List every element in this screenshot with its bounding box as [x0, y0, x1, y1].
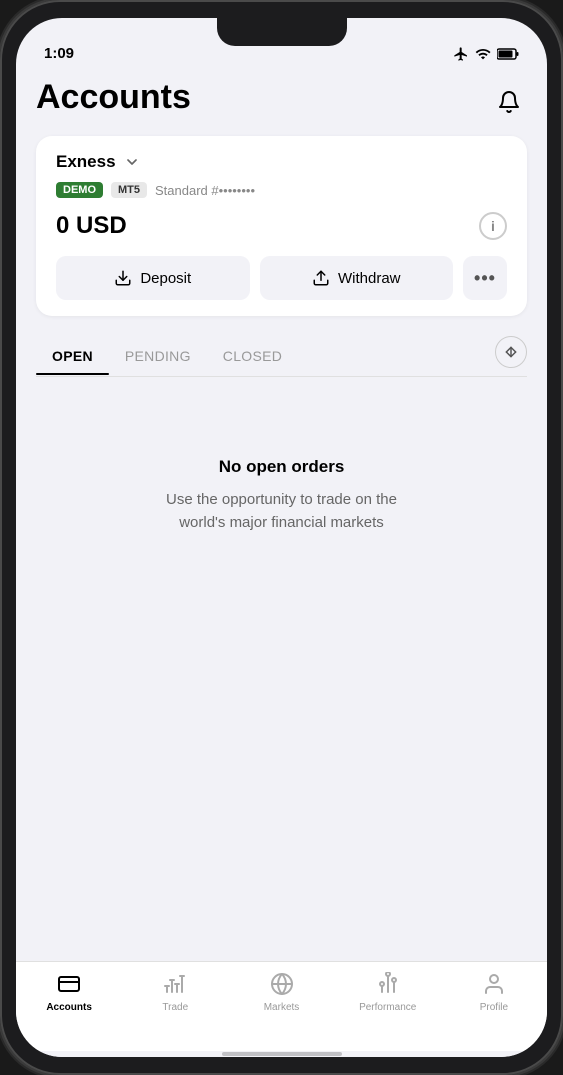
info-label: i [491, 218, 495, 234]
wifi-icon [475, 46, 491, 62]
info-button[interactable]: i [479, 212, 507, 240]
performance-nav-icon [374, 970, 402, 998]
nav-trade[interactable]: Trade [122, 970, 228, 1013]
profile-nav-icon [480, 970, 508, 998]
deposit-button[interactable]: Deposit [56, 256, 250, 300]
phone-screen: 1:09 Accounts [16, 18, 547, 1057]
airplane-icon [453, 46, 469, 62]
tabs-container: OPEN PENDING CLOSED [36, 336, 527, 377]
page-title: Accounts [36, 78, 191, 117]
account-badges: DEMO MT5 Standard #•••••••• [56, 182, 507, 198]
broker-name: Exness [56, 152, 116, 172]
account-card: Exness DEMO MT5 Standard #•••••••• 0 USD… [36, 136, 527, 316]
performance-nav-label: Performance [359, 1002, 416, 1013]
account-header[interactable]: Exness [56, 152, 507, 172]
tab-pending-label: PENDING [125, 348, 191, 364]
tab-open[interactable]: OPEN [36, 338, 109, 374]
nav-markets[interactable]: Markets [228, 970, 334, 1013]
accounts-nav-icon [55, 970, 83, 998]
tab-closed-label: CLOSED [223, 348, 282, 364]
trade-nav-icon [161, 970, 189, 998]
accounts-nav-label: Accounts [46, 1002, 92, 1013]
more-button[interactable]: ••• [463, 256, 507, 300]
withdraw-label: Withdraw [338, 270, 401, 287]
bell-icon [497, 90, 521, 114]
notch [217, 18, 347, 46]
status-time: 1:09 [44, 45, 74, 62]
sort-arrows-icon [503, 344, 519, 360]
empty-state: No open orders Use the opportunity to tr… [36, 397, 527, 574]
tab-open-label: OPEN [52, 348, 93, 364]
notification-button[interactable] [491, 84, 527, 120]
markets-nav-icon [268, 970, 296, 998]
deposit-icon [114, 269, 132, 287]
main-content: Accounts Exness DEMO [16, 68, 547, 961]
status-icons [453, 46, 519, 62]
home-bar [222, 1052, 342, 1056]
order-tabs: OPEN PENDING CLOSED [36, 338, 298, 374]
nav-profile[interactable]: Profile [441, 970, 547, 1013]
nav-performance[interactable]: Performance [335, 970, 441, 1013]
mt5-badge: MT5 [111, 182, 147, 198]
demo-badge: DEMO [56, 182, 103, 198]
account-type: Standard #•••••••• [155, 183, 255, 198]
nav-accounts[interactable]: Accounts [16, 970, 122, 1013]
home-indicator [16, 1051, 547, 1057]
bottom-nav: Accounts Trade [16, 961, 547, 1051]
profile-nav-label: Profile [480, 1002, 508, 1013]
balance-row: 0 USD i [56, 212, 507, 240]
balance-amount: 0 USD [56, 212, 127, 240]
withdraw-icon [312, 269, 330, 287]
empty-description: Use the opportunity to trade on the worl… [152, 489, 412, 534]
deposit-label: Deposit [140, 270, 191, 287]
tab-closed[interactable]: CLOSED [207, 338, 298, 374]
chevron-down-icon [124, 154, 140, 170]
markets-nav-label: Markets [264, 1002, 300, 1013]
sort-button[interactable] [495, 336, 527, 368]
battery-icon [497, 48, 519, 60]
phone-frame: 1:09 Accounts [0, 0, 563, 1075]
header: Accounts [36, 68, 527, 136]
more-dots: ••• [474, 268, 496, 289]
tab-pending[interactable]: PENDING [109, 338, 207, 374]
withdraw-button[interactable]: Withdraw [260, 256, 454, 300]
empty-title: No open orders [219, 457, 345, 477]
trade-nav-label: Trade [162, 1002, 188, 1013]
action-buttons: Deposit Withdraw ••• [56, 256, 507, 300]
